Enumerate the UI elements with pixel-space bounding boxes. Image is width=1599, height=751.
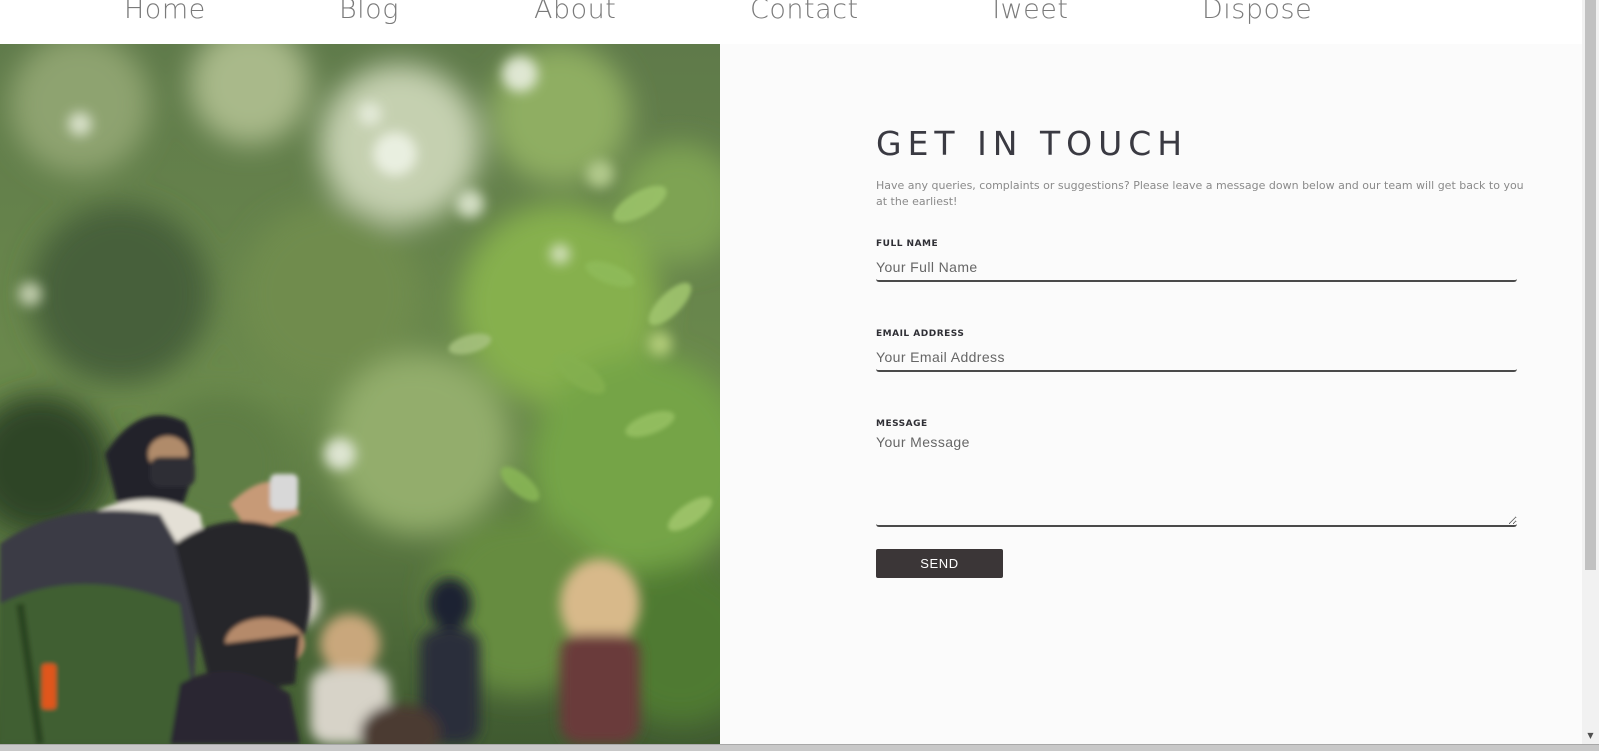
nav-link-contact[interactable]: Contact [750, 0, 859, 25]
contact-title: GET IN TOUCH [876, 124, 1189, 163]
forest-people-illustration [0, 44, 720, 744]
chevron-down-icon[interactable]: ▼ [1582, 727, 1599, 744]
nav-link-tweet[interactable]: Tweet [988, 0, 1068, 25]
message-textarea[interactable] [876, 434, 1517, 527]
full-name-input[interactable] [876, 254, 1517, 282]
full-name-label: FULL NAME [876, 239, 939, 249]
scrollbar-thumb[interactable] [1585, 0, 1596, 570]
send-button[interactable]: SEND [876, 549, 1003, 578]
email-address-input[interactable] [876, 344, 1517, 372]
taskbar-strip [0, 744, 1599, 751]
nav-link-blog[interactable]: Blog [339, 0, 399, 25]
nav-link-about[interactable]: About [534, 0, 616, 25]
nav-link-dispose[interactable]: Dispose [1202, 0, 1312, 25]
hero-photo [0, 44, 720, 744]
message-label: MESSAGE [876, 419, 928, 429]
contact-panel: GET IN TOUCH Have any queries, complaint… [720, 44, 1582, 744]
page-scrollbar[interactable]: ▼ [1582, 0, 1599, 744]
email-address-label: EMAIL ADDRESS [876, 329, 965, 339]
top-navigation: Home Blog About Contact Tweet Dispose [0, 0, 1582, 44]
page: Home Blog About Contact Tweet Dispose GE… [0, 0, 1599, 751]
contact-description: Have any queries, complaints or suggesti… [876, 179, 1524, 208]
nav-link-home[interactable]: Home [124, 0, 206, 25]
